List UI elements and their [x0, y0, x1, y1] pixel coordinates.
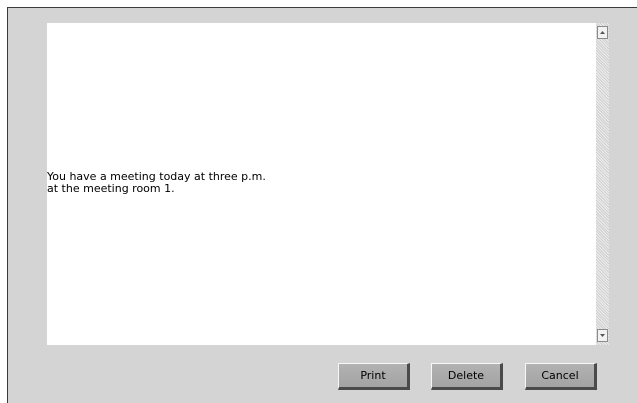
scroll-up-button[interactable]	[597, 26, 608, 39]
message-body: You have a meeting today at three p.m. a…	[47, 171, 266, 195]
message-dialog: You have a meeting today at three p.m. a…	[7, 7, 637, 403]
arrow-up-icon	[600, 31, 605, 34]
scroll-down-button[interactable]	[597, 329, 608, 342]
print-button[interactable]: Print	[338, 363, 410, 390]
message-text-area[interactable]: You have a meeting today at three p.m. a…	[47, 23, 596, 345]
delete-button[interactable]: Delete	[431, 363, 503, 390]
vertical-scrollbar[interactable]	[596, 23, 609, 345]
arrow-down-icon	[600, 334, 605, 337]
message-line-2: at the meeting room 1.	[47, 182, 175, 195]
cancel-button[interactable]: Cancel	[525, 363, 597, 390]
